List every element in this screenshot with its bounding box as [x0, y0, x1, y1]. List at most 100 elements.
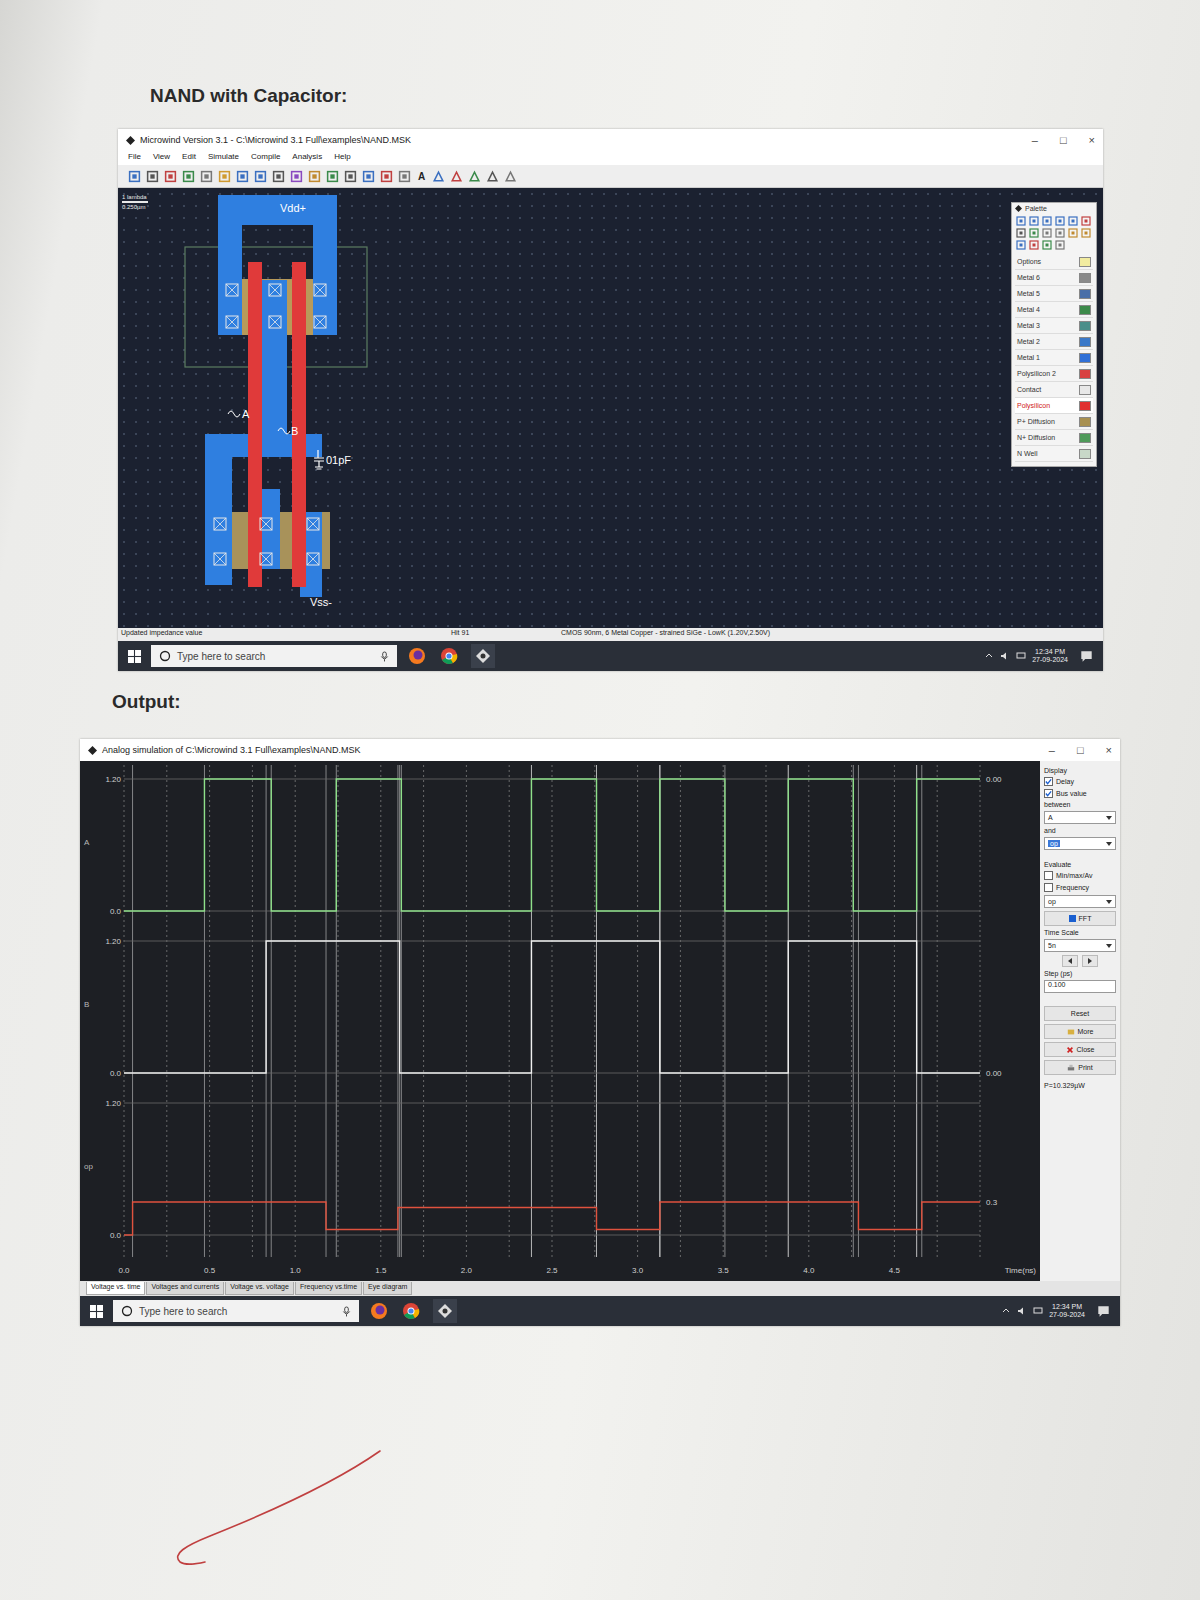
layer-item[interactable]: Metal 1	[1015, 350, 1093, 366]
tool-icon[interactable]	[308, 170, 321, 183]
speaker-icon[interactable]	[1017, 1306, 1027, 1316]
tool-icon[interactable]	[362, 170, 375, 183]
layer-item[interactable]: Contact	[1015, 382, 1093, 398]
chevron-up-icon[interactable]	[984, 651, 994, 661]
palette-tool-icon[interactable]	[1055, 228, 1065, 238]
fft-button[interactable]: FFT	[1044, 911, 1116, 926]
tool-icon[interactable]	[504, 170, 517, 183]
panel-button[interactable]: Close	[1044, 1042, 1116, 1057]
microphone-icon[interactable]	[342, 1306, 351, 1317]
tool-icon[interactable]	[398, 170, 411, 183]
chevron-up-icon[interactable]	[1001, 1306, 1011, 1316]
tool-icon[interactable]	[272, 170, 285, 183]
window-button[interactable]: –	[1032, 134, 1038, 146]
tool-icon[interactable]	[432, 170, 445, 183]
display-checkbox[interactable]: Bus value	[1044, 789, 1116, 798]
window-button[interactable]: ×	[1106, 744, 1112, 756]
layer-item[interactable]: Metal 3	[1015, 318, 1093, 334]
notification-icon[interactable]	[1097, 1305, 1110, 1318]
evaluate-checkbox[interactable]: Min/max/Av	[1044, 871, 1116, 880]
palette-tool-icon[interactable]	[1055, 240, 1065, 250]
layer-item[interactable]: N+ Diffusion	[1015, 430, 1093, 446]
tool-icon[interactable]	[344, 170, 357, 183]
palette-tool-icon[interactable]	[1042, 228, 1052, 238]
firefox-icon[interactable]	[407, 646, 427, 666]
nand-layout[interactable]: Vdd+AB01pFVss-	[178, 192, 398, 612]
window-button[interactable]: □	[1077, 744, 1084, 756]
notification-icon[interactable]	[1080, 650, 1093, 663]
tool-icon[interactable]	[182, 170, 195, 183]
palette-tool-icon[interactable]	[1055, 216, 1065, 226]
from-signal-select[interactable]: A	[1044, 811, 1116, 824]
layer-item[interactable]: N Well	[1015, 446, 1093, 462]
palette-tool-icon[interactable]	[1016, 240, 1026, 250]
palette-tool-icon[interactable]	[1029, 216, 1039, 226]
window-button[interactable]: ×	[1089, 134, 1095, 146]
window-button[interactable]: □	[1060, 134, 1067, 146]
microwind-app-icon[interactable]	[471, 644, 495, 668]
layer-item[interactable]: Metal 5	[1015, 286, 1093, 302]
menu-item[interactable]: Compile	[251, 152, 280, 164]
palette-tool-icon[interactable]	[1016, 216, 1026, 226]
palette-tool-icon[interactable]	[1068, 228, 1078, 238]
palette-tool-icon[interactable]	[1042, 216, 1052, 226]
search-box[interactable]: Type here to search	[113, 1300, 359, 1322]
clock[interactable]: 12:34 PM27-09-2024	[1032, 648, 1068, 665]
view-tab[interactable]: Eye diagram	[363, 1282, 412, 1295]
chrome-icon[interactable]	[439, 646, 459, 666]
layer-item[interactable]: P+ Diffusion	[1015, 414, 1093, 430]
palette-tool-icon[interactable]	[1068, 216, 1078, 226]
layer-item[interactable]: Options	[1015, 254, 1093, 270]
menu-item[interactable]: Analysis	[292, 152, 322, 164]
palette-tool-icon[interactable]	[1081, 228, 1091, 238]
windows-icon[interactable]	[90, 1305, 103, 1318]
text-tool-button[interactable]: A	[416, 171, 427, 182]
view-tab[interactable]: Voltages and currents	[146, 1282, 224, 1295]
palette-tool-icon[interactable]	[1029, 240, 1039, 250]
menu-item[interactable]: Edit	[182, 152, 196, 164]
tool-icon[interactable]	[200, 170, 213, 183]
layer-item[interactable]: Metal 2	[1015, 334, 1093, 350]
layer-item[interactable]: Metal 6	[1015, 270, 1093, 286]
view-tab[interactable]: Voltage vs. voltage	[225, 1282, 294, 1295]
menu-item[interactable]: View	[153, 152, 170, 164]
windows-icon[interactable]	[128, 650, 141, 663]
tool-icon[interactable]	[326, 170, 339, 183]
panel-button[interactable]: Reset	[1044, 1006, 1116, 1021]
checkbox[interactable]	[1044, 789, 1053, 798]
time-scale-select[interactable]: 5n	[1044, 939, 1116, 952]
evaluate-checkbox[interactable]: Frequency	[1044, 883, 1116, 892]
network-icon[interactable]	[1033, 1306, 1043, 1316]
tool-icon[interactable]	[128, 170, 141, 183]
chrome-icon[interactable]	[401, 1301, 421, 1321]
scroll-right-button[interactable]	[1082, 955, 1098, 967]
window-button[interactable]: –	[1049, 744, 1055, 756]
speaker-icon[interactable]	[1000, 651, 1010, 661]
panel-button[interactable]: Print	[1044, 1060, 1116, 1075]
view-tab[interactable]: Frequency vs.time	[295, 1282, 362, 1295]
tool-icon[interactable]	[486, 170, 499, 183]
to-signal-select[interactable]: op	[1044, 837, 1116, 850]
layout-canvas[interactable]: 1 lambda0.250µmVdd+AB01pFVss-PaletteOpti…	[118, 188, 1103, 628]
layer-item[interactable]: Polysilicon 2	[1015, 366, 1093, 382]
checkbox[interactable]	[1044, 883, 1053, 892]
tool-icon[interactable]	[380, 170, 393, 183]
tool-icon[interactable]	[468, 170, 481, 183]
microwind-app-icon[interactable]	[433, 1299, 457, 1323]
menu-item[interactable]: Help	[334, 152, 350, 164]
layer-item[interactable]: Metal 4	[1015, 302, 1093, 318]
search-box[interactable]: Type here to search	[151, 645, 397, 667]
checkbox[interactable]	[1044, 871, 1053, 880]
checkbox[interactable]	[1044, 777, 1053, 786]
view-tab[interactable]: Voltage vs. time	[86, 1282, 145, 1295]
tool-icon[interactable]	[290, 170, 303, 183]
panel-button[interactable]: More	[1044, 1024, 1116, 1039]
tool-icon[interactable]	[236, 170, 249, 183]
tool-icon[interactable]	[164, 170, 177, 183]
tool-icon[interactable]	[146, 170, 159, 183]
palette-tool-icon[interactable]	[1042, 240, 1052, 250]
menu-item[interactable]: Simulate	[208, 152, 239, 164]
tool-icon[interactable]	[450, 170, 463, 183]
evaluate-signal-select[interactable]: op	[1044, 895, 1116, 908]
tool-icon[interactable]	[254, 170, 267, 183]
